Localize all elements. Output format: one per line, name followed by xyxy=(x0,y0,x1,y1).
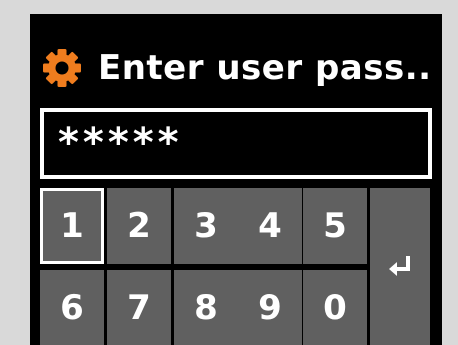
key-3[interactable]: 3 xyxy=(174,188,238,264)
key-1[interactable]: 1 xyxy=(40,188,104,264)
password-field[interactable]: ***** xyxy=(40,108,432,179)
key-5[interactable]: 5 xyxy=(303,188,367,264)
key-2[interactable]: 2 xyxy=(107,188,171,264)
key-0[interactable]: 0 xyxy=(303,270,367,345)
key-4[interactable]: 4 xyxy=(238,188,302,264)
key-7[interactable]: 7 xyxy=(107,270,171,345)
key-6[interactable]: 6 xyxy=(40,270,104,345)
password-value: ***** xyxy=(58,120,183,166)
header: Enter user pass.. xyxy=(42,40,432,96)
key-8[interactable]: 8 xyxy=(174,270,238,345)
key-9[interactable]: 9 xyxy=(238,270,302,345)
enter-return-icon xyxy=(389,256,410,276)
page-title: Enter user pass.. xyxy=(98,48,432,88)
enter-button[interactable] xyxy=(370,188,430,345)
password-entry-screen: Enter user pass.. ***** 1 2 3 4 5 6 7 8 … xyxy=(30,14,442,345)
gear-icon xyxy=(43,49,81,87)
